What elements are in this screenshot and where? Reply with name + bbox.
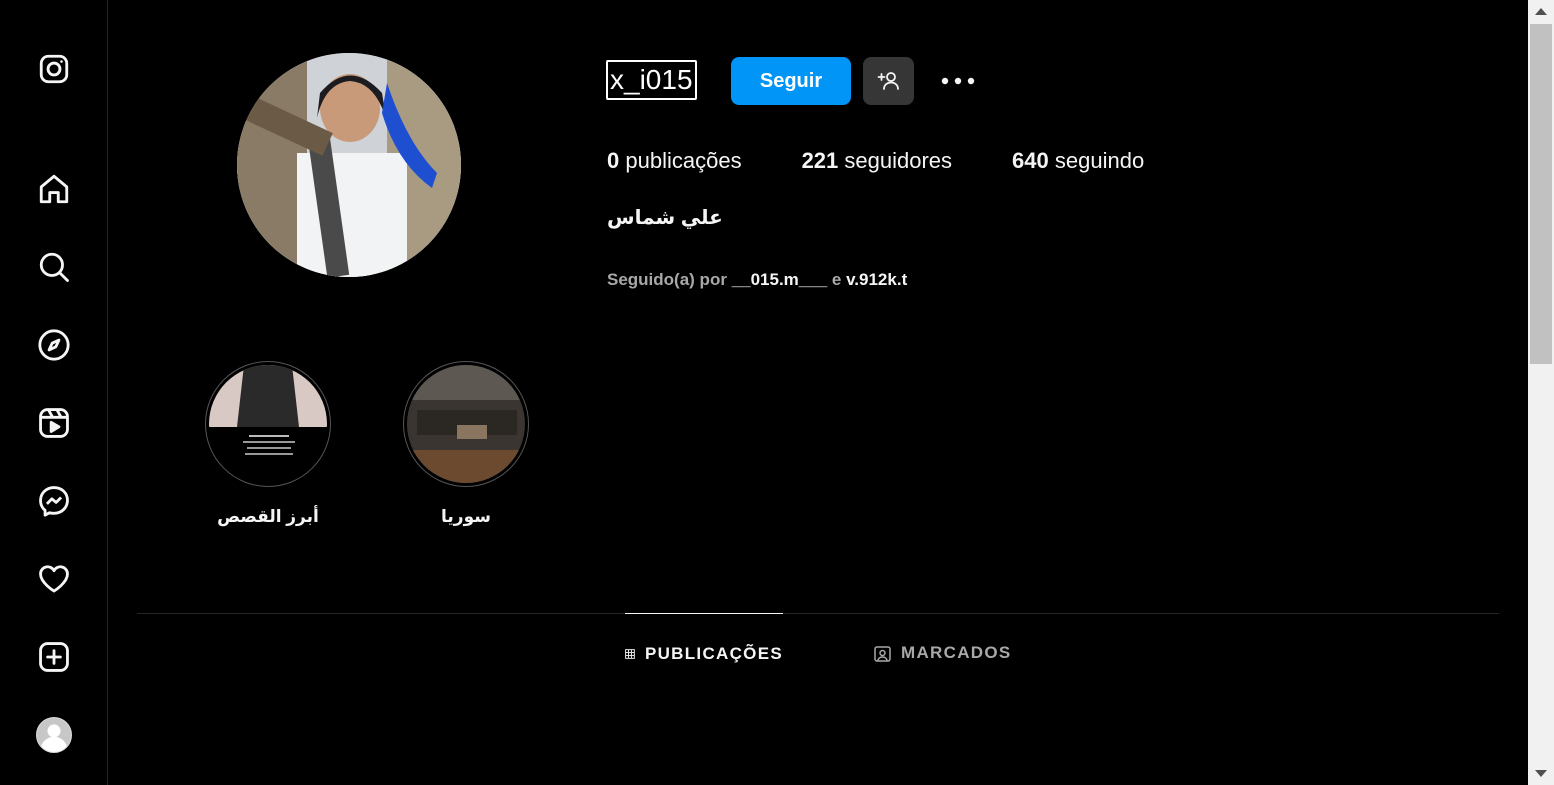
create-plus-icon[interactable] (36, 639, 72, 675)
following-stat[interactable]: 640 seguindo (1012, 148, 1144, 174)
follow-button[interactable]: Seguir (731, 57, 851, 105)
highlight-cover-image (209, 365, 327, 483)
followers-stat[interactable]: 221 seguidores (802, 148, 952, 174)
reels-icon[interactable] (36, 405, 72, 441)
followed-by-text[interactable]: Seguido(a) por __015.m___ e v.912k.t (607, 270, 907, 290)
tab-posts[interactable]: PUBLICAÇÕES (625, 613, 783, 694)
scroll-down-arrow-icon[interactable] (1535, 770, 1547, 777)
tagged-person-icon (874, 645, 891, 662)
followed-by-user-1[interactable]: __015.m___ (732, 270, 827, 289)
followers-label: seguidores (844, 148, 953, 173)
following-count: 640 (1012, 148, 1049, 173)
posts-stat: 0 publicações (607, 148, 742, 174)
profile-picture[interactable] (237, 53, 461, 277)
profile-full-name: علي شماس (607, 207, 723, 229)
profile-username: x_i015 (606, 60, 697, 100)
suggested-users-button[interactable] (863, 57, 914, 105)
highlight-cover-image (407, 365, 525, 483)
followed-by-joiner: e (831, 270, 842, 289)
posts-label: publicações (625, 148, 742, 173)
home-icon[interactable] (36, 171, 72, 207)
story-highlight-2[interactable]: سوريا (402, 361, 530, 527)
more-options-button[interactable] (935, 64, 981, 98)
sidebar (0, 0, 108, 785)
search-icon[interactable] (36, 249, 72, 285)
highlight-label: أبرز القصص (217, 507, 319, 526)
followed-by-user-2[interactable]: v.912k.t (846, 270, 907, 289)
followers-count: 221 (801, 148, 839, 173)
page-scrollbar[interactable] (1528, 0, 1554, 785)
followed-by-prefix: Seguido(a) por (607, 270, 727, 289)
posts-count: 0 (607, 148, 620, 173)
tab-posts-label: PUBLICAÇÕES (644, 644, 783, 663)
following-label: seguindo (1054, 148, 1145, 173)
highlight-ring (403, 361, 529, 487)
tabs-divider (137, 613, 1499, 614)
heart-notifications-icon[interactable] (36, 561, 72, 597)
highlight-ring (205, 361, 331, 487)
more-options-icon (941, 77, 975, 85)
scrollbar-thumb[interactable] (1530, 24, 1552, 364)
profile-stats: 0 publicações 221 seguidores 640 seguind… (607, 148, 1204, 174)
highlight-label: سوريا (441, 507, 491, 526)
explore-compass-icon[interactable] (36, 327, 72, 363)
story-highlight-1[interactable]: أبرز القصص (204, 361, 332, 527)
tab-tagged[interactable]: MARCADOS (874, 613, 1012, 693)
profile-main: x_i015 Seguir 0 publicações 221 seguidor… (109, 0, 1528, 785)
profile-avatar-icon[interactable] (36, 717, 72, 753)
grid-icon (625, 649, 635, 659)
add-person-icon (877, 72, 899, 90)
instagram-logo-icon[interactable] (36, 51, 72, 87)
messenger-icon[interactable] (36, 483, 72, 519)
tab-tagged-label: MARCADOS (901, 643, 1012, 662)
scroll-up-arrow-icon[interactable] (1535, 8, 1547, 15)
